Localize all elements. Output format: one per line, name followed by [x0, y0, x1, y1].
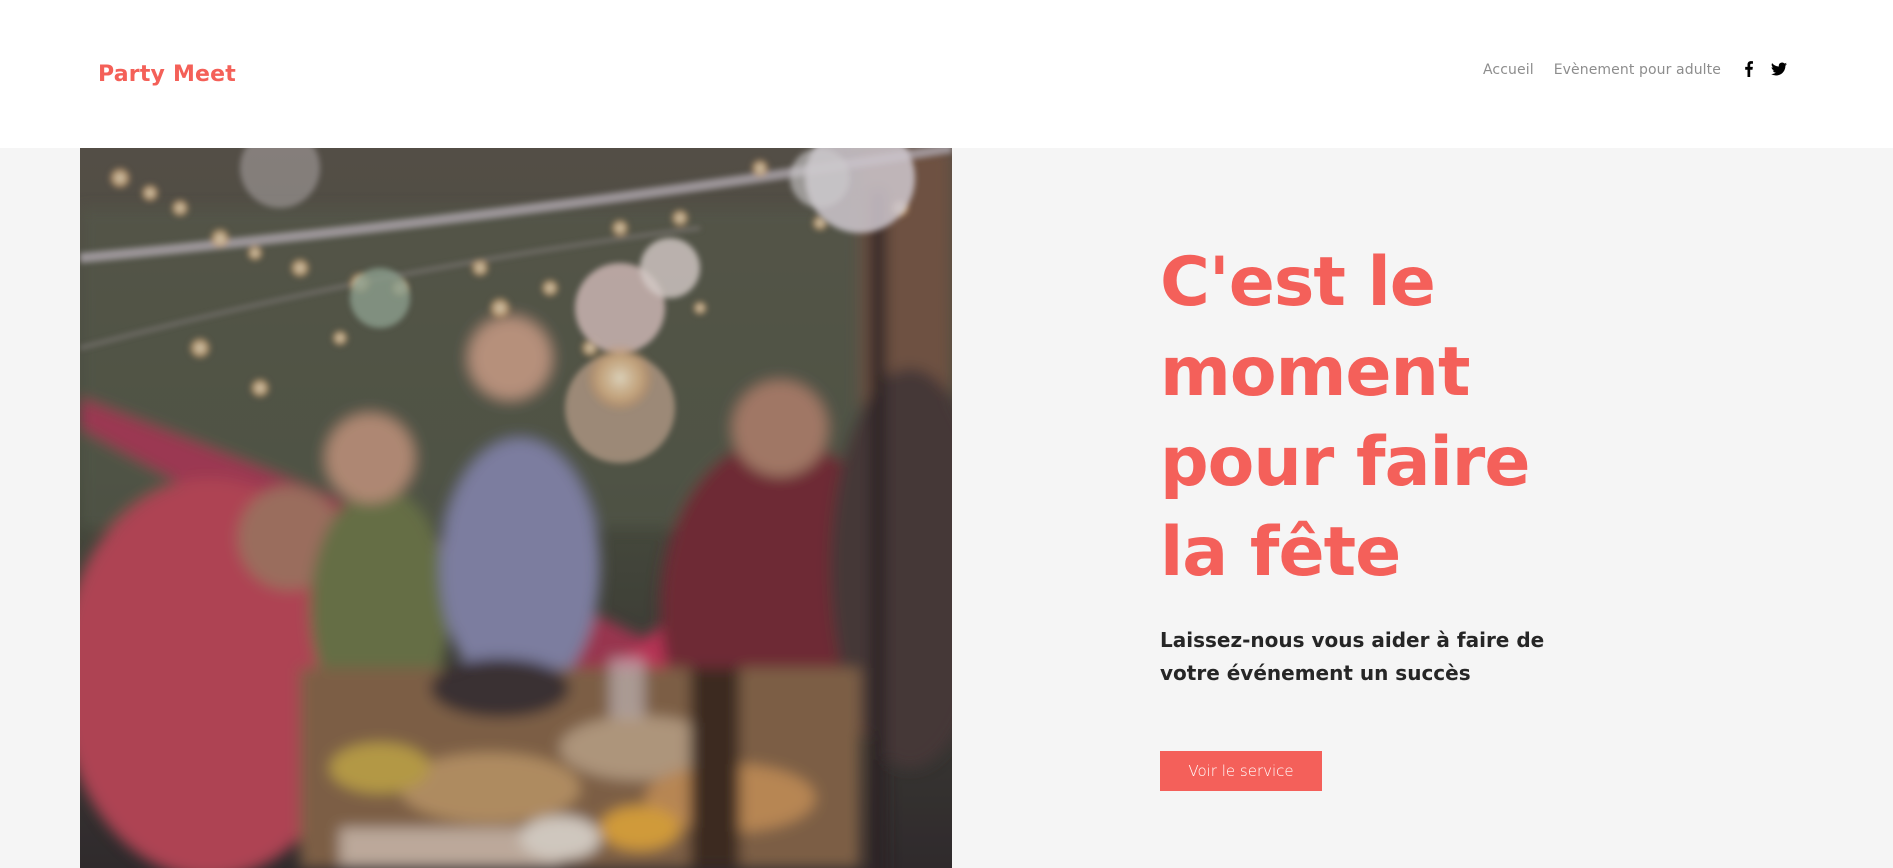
hero-subtitle: Laissez-nous vous aider à faire de votre…: [1160, 628, 1545, 685]
party-photo-image: [80, 148, 952, 868]
site-header: Party Meet Accueil Evènement pour adulte: [0, 0, 1893, 148]
hero-headline: C'est le moment pour faire la fête: [1160, 238, 1680, 598]
twitter-icon[interactable]: [1771, 61, 1787, 77]
hero-headline-line: C'est le: [1160, 243, 1436, 322]
voir-le-service-button[interactable]: Voir le service: [1160, 751, 1322, 791]
facebook-icon[interactable]: [1741, 61, 1757, 77]
hero-headline-line: pour faire: [1160, 423, 1530, 502]
hero-headline-line: la fête: [1160, 513, 1401, 592]
nav-item-accueil[interactable]: Accueil: [1483, 62, 1534, 78]
nav-item-evenement-adulte[interactable]: Evènement pour adulte: [1554, 62, 1721, 78]
site-logo[interactable]: Party Meet: [98, 62, 236, 87]
social-links: [1741, 61, 1787, 77]
hero-headline-line: moment: [1160, 333, 1470, 412]
main-nav: Accueil Evènement pour adulte: [1483, 62, 1741, 78]
hero-photo: [80, 148, 952, 868]
hero-section: C'est le moment pour faire la fête Laiss…: [0, 148, 1893, 868]
